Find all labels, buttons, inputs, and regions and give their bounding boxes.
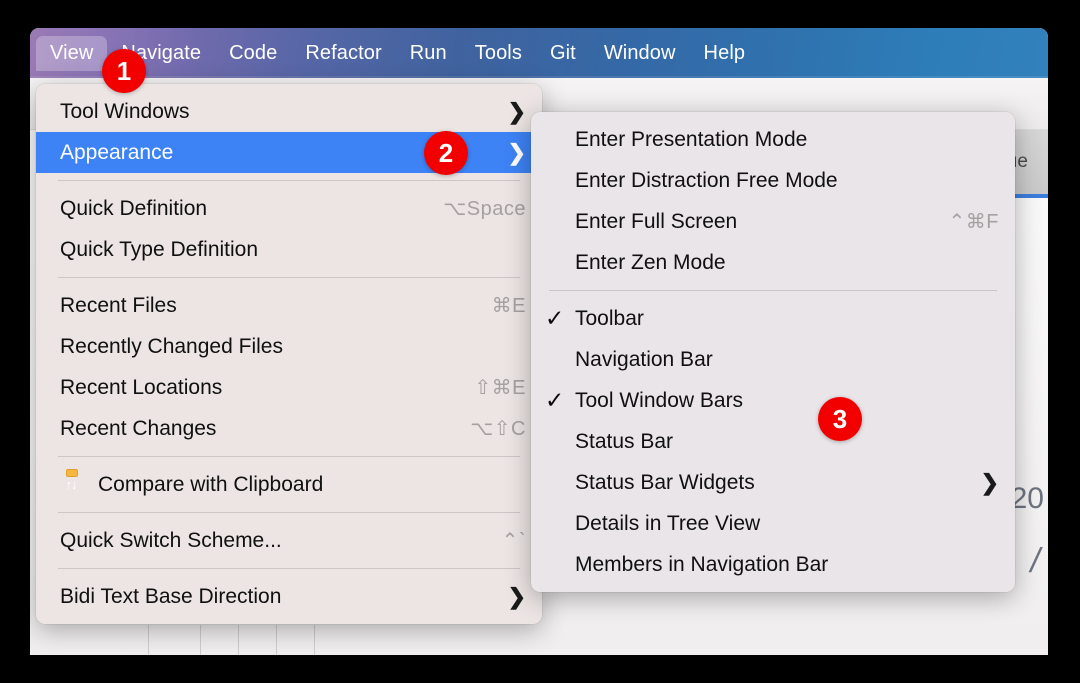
menubar-item-git[interactable]: Git — [536, 36, 590, 71]
appearance-item-enter-zen-mode[interactable]: Enter Zen Mode — [531, 242, 1015, 283]
step-badge-1: 1 — [102, 49, 146, 93]
check-icon: ✓ — [545, 387, 565, 413]
menu-item-shortcut: ⌃` — [501, 530, 526, 552]
step-badge-3: 3 — [818, 397, 862, 441]
code-number-20: 20 — [1010, 482, 1044, 515]
menu-separator — [58, 180, 520, 181]
menubar-item-view[interactable]: View — [36, 35, 108, 71]
view-menu-item-quick-definition[interactable]: Quick Definition ⌥Space — [36, 188, 542, 229]
menu-item-label: Bidi Text Base Direction — [60, 584, 282, 608]
view-menu-item-quick-type-definition[interactable]: Quick Type Definition — [36, 229, 542, 270]
view-menu-item-recent-locations[interactable]: Recent Locations ⇧⌘E — [36, 367, 542, 408]
appearance-item-status-bar-widgets[interactable]: Status Bar Widgets ❯ — [531, 462, 1015, 503]
check-icon: ✓ — [545, 305, 565, 331]
menu-item-shortcut: ⇧⌘E — [474, 377, 526, 399]
chevron-right-icon: ❯ — [980, 469, 999, 495]
appearance-item-toolbar[interactable]: ✓ Toolbar — [531, 298, 1015, 339]
menubar-item-window[interactable]: Window — [590, 36, 690, 71]
view-menu[interactable]: Tool Windows ❯ Appearance ❯ Quick Definition… — [36, 84, 542, 624]
menu-item-label: Enter Presentation Mode — [575, 127, 808, 151]
menu-item-shortcut: ⌃⌘F — [948, 211, 999, 233]
appearance-item-tool-window-bars[interactable]: ✓ Tool Window Bars — [531, 380, 1015, 421]
menu-separator — [58, 512, 520, 513]
step-badge-2: 2 — [424, 131, 468, 175]
menu-separator — [58, 456, 520, 457]
menu-item-label: Tool Window Bars — [575, 388, 744, 412]
clipboard-compare-icon: ↑↓ — [65, 476, 78, 492]
view-menu-item-recent-files[interactable]: Recent Files ⌘E — [36, 285, 542, 326]
code-slash: / — [1030, 542, 1040, 580]
menubar-item-run[interactable]: Run — [396, 36, 461, 71]
appearance-item-enter-full-screen[interactable]: Enter Full Screen ⌃⌘F — [531, 201, 1015, 242]
menu-item-label: Quick Type Definition — [60, 237, 259, 261]
view-menu-item-quick-switch-scheme[interactable]: Quick Switch Scheme... ⌃` — [36, 520, 542, 561]
view-menu-item-recently-changed-files[interactable]: Recently Changed Files — [36, 326, 542, 367]
menu-item-label: Enter Zen Mode — [575, 250, 726, 274]
menubar-item-refactor[interactable]: Refactor — [291, 36, 395, 71]
menu-item-label: Quick Switch Scheme... — [60, 528, 282, 552]
appearance-item-enter-distraction-free-mode[interactable]: Enter Distraction Free Mode — [531, 160, 1015, 201]
menubar-item-tools[interactable]: Tools — [461, 36, 536, 71]
chevron-right-icon: ❯ — [507, 98, 526, 124]
view-menu-item-recent-changes[interactable]: Recent Changes ⌥⇧C — [36, 408, 542, 449]
menubar-item-code[interactable]: Code — [215, 36, 291, 71]
menu-item-label: Recent Locations — [60, 375, 223, 399]
menu-item-label: Enter Distraction Free Mode — [575, 168, 838, 192]
appearance-item-details-in-tree-view[interactable]: Details in Tree View — [531, 503, 1015, 544]
menu-item-label: Tool Windows — [60, 99, 190, 123]
menu-item-label: Compare with Clipboard — [98, 472, 324, 496]
view-menu-item-bidi-text-base-direction[interactable]: Bidi Text Base Direction ❯ — [36, 576, 542, 617]
menu-item-label: Members in Navigation Bar — [575, 552, 829, 576]
chevron-right-icon: ❯ — [507, 583, 526, 609]
view-menu-item-tool-windows[interactable]: Tool Windows ❯ — [36, 91, 542, 132]
menu-item-label: Status Bar Widgets — [575, 470, 755, 494]
chevron-right-icon: ❯ — [507, 139, 526, 165]
appearance-item-members-in-navigation-bar[interactable]: Members in Navigation Bar — [531, 544, 1015, 585]
menu-item-shortcut: ⌘E — [491, 295, 526, 317]
screenshot-root: View Navigate Code Refactor Run Tools Git Windo… — [0, 0, 1080, 683]
menu-item-label: Details in Tree View — [575, 511, 761, 535]
menu-item-label: Enter Full Screen — [575, 209, 738, 233]
menu-item-label: Quick Definition — [60, 196, 208, 220]
appearance-submenu[interactable]: Enter Presentation Mode Enter Distraction… — [531, 112, 1015, 592]
menu-item-label: Toolbar — [575, 306, 644, 330]
main-menu-bar[interactable]: View Navigate Code Refactor Run Tools Git Windo… — [30, 28, 1048, 78]
menu-item-shortcut: ⌥Space — [443, 198, 526, 220]
appearance-item-enter-presentation-mode[interactable]: Enter Presentation Mode — [531, 119, 1015, 160]
menu-item-label: Recent Changes — [60, 416, 217, 440]
editor-gutter-rules — [126, 625, 1046, 655]
view-menu-item-compare-with-clipboard[interactable]: ↑↓ Compare with Clipboard — [36, 464, 542, 505]
menu-item-label: Navigation Bar — [575, 347, 713, 371]
appearance-item-navigation-bar[interactable]: Navigation Bar — [531, 339, 1015, 380]
menu-separator — [549, 290, 997, 291]
menu-item-label: Recent Files — [60, 293, 177, 317]
menu-separator — [58, 277, 520, 278]
menu-separator — [58, 568, 520, 569]
menu-item-label: Recently Changed Files — [60, 334, 283, 358]
appearance-item-status-bar[interactable]: Status Bar — [531, 421, 1015, 462]
menu-item-label: Status Bar — [575, 429, 674, 453]
menubar-item-help[interactable]: Help — [690, 36, 760, 71]
menu-item-shortcut: ⌥⇧C — [470, 418, 526, 440]
